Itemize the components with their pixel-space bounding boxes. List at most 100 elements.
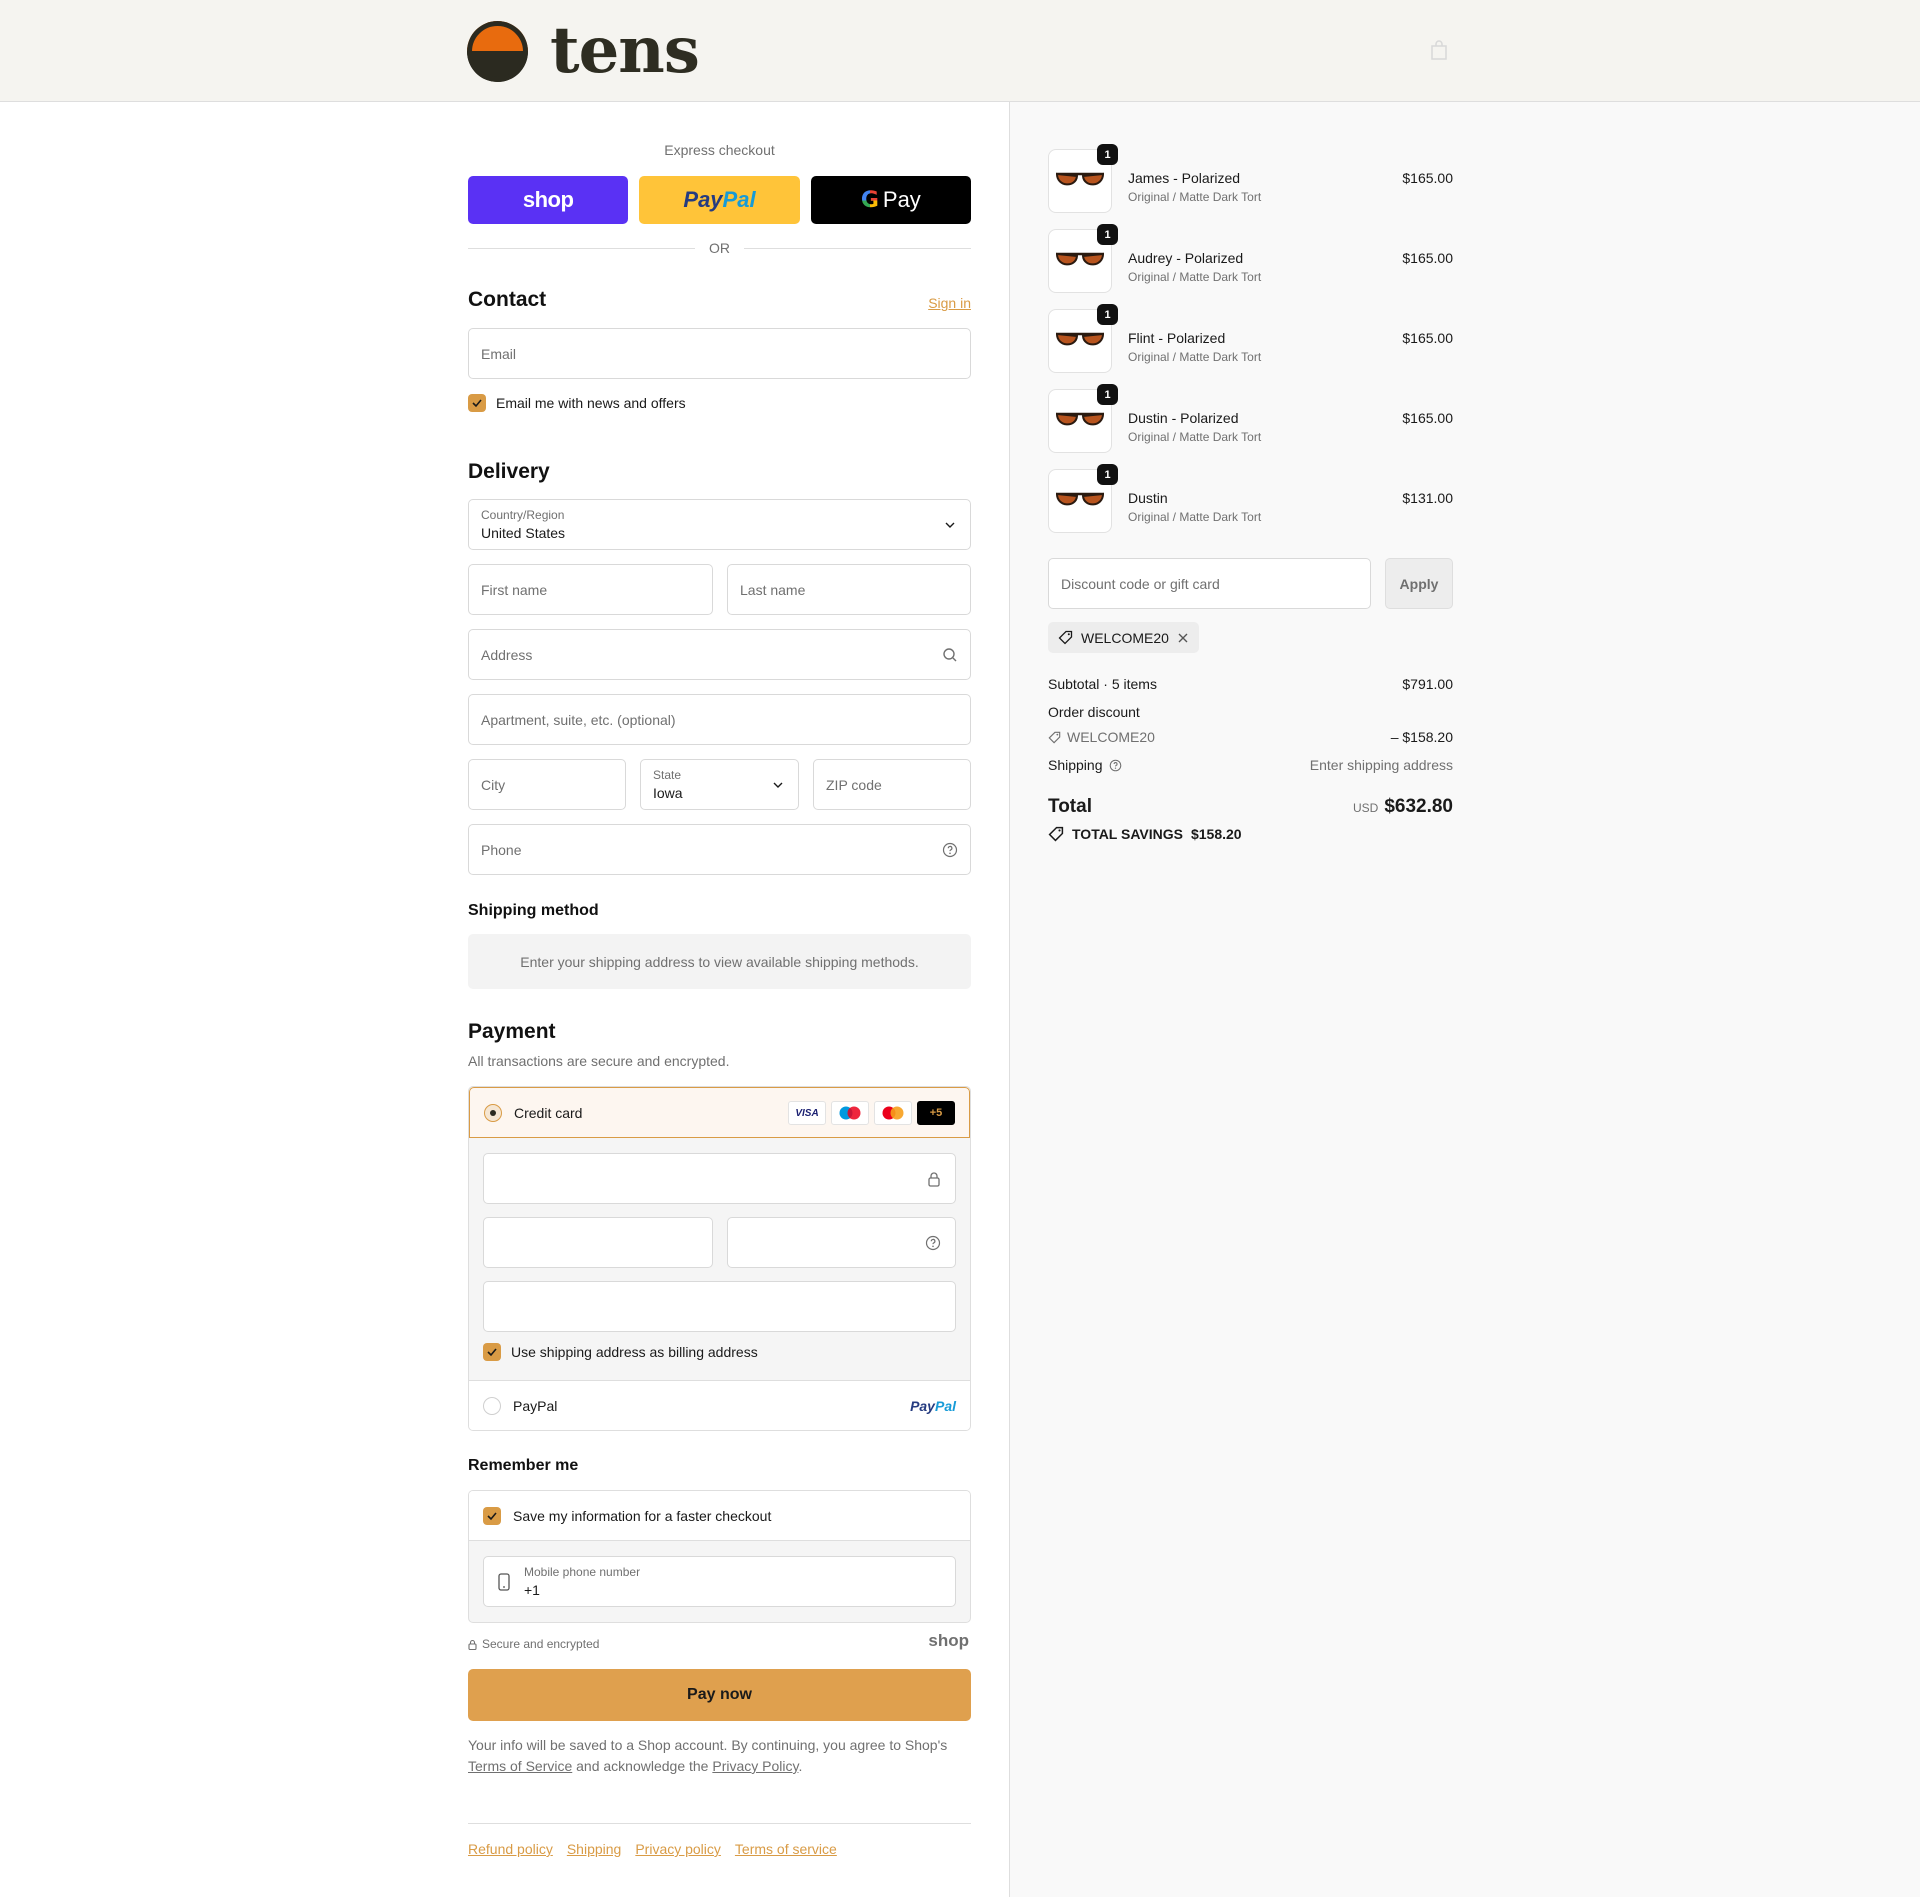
google-pay-button[interactable]: G Pay	[810, 176, 971, 224]
paypal-option[interactable]: PayPal PayPal	[469, 1380, 970, 1430]
privacy-policy-link[interactable]: Privacy policy	[635, 1841, 721, 1857]
item-variant: Original / Matte Dark Tort	[1128, 350, 1262, 364]
legal-text-1: Your info will be saved to a Shop accoun…	[468, 1737, 948, 1753]
zip-field[interactable]: ZIP code	[813, 759, 971, 810]
country-value: United States	[481, 525, 566, 541]
help-circle-icon[interactable]	[1109, 759, 1122, 772]
first-name-placeholder: First name	[481, 581, 548, 598]
address-field[interactable]: Address	[468, 629, 971, 680]
item-name: Audrey - Polarized	[1128, 250, 1244, 266]
payment-methods: Credit card VISA +5 Use shipping address…	[468, 1086, 971, 1431]
order-discount-label: Order discount	[1048, 704, 1140, 720]
refund-policy-link[interactable]: Refund policy	[468, 1841, 553, 1857]
discount-detail: WELCOME20	[1048, 729, 1155, 745]
cart-item: 1 Flint - Polarized Original / Matte Dar…	[1048, 304, 1453, 373]
item-price: $165.00	[1402, 170, 1453, 186]
phone-field[interactable]: Phone	[468, 824, 971, 875]
paypal-radio[interactable]	[483, 1397, 501, 1415]
terms-of-service-link[interactable]: Terms of service	[735, 1841, 837, 1857]
card-name-field[interactable]	[483, 1281, 956, 1332]
credit-card-label: Credit card	[514, 1104, 583, 1121]
sunglasses-icon	[1055, 412, 1105, 426]
card-expiry-field[interactable]	[483, 1217, 713, 1268]
shipping-label-group: Shipping	[1048, 757, 1122, 773]
save-info-checkbox[interactable]	[483, 1506, 501, 1525]
address-placeholder: Address	[481, 646, 533, 663]
mastercard-icon	[874, 1101, 912, 1125]
country-label: Country/Region	[481, 508, 565, 522]
checkmark-icon	[487, 1511, 497, 1520]
first-name-field[interactable]: First name	[468, 564, 713, 615]
billing-address-checkbox[interactable]	[483, 1343, 501, 1361]
pay-now-button[interactable]: Pay now	[468, 1669, 971, 1721]
item-name: Dustin	[1128, 490, 1168, 506]
apartment-field[interactable]: Apartment, suite, etc. (optional)	[468, 694, 971, 745]
shopping-bag-icon[interactable]	[1430, 40, 1448, 60]
country-select[interactable]: Country/Region United States	[468, 499, 971, 550]
city-field[interactable]: City	[468, 759, 626, 810]
mobile-phone-field[interactable]: Mobile phone number +1	[483, 1556, 956, 1607]
brand-logo[interactable]: tens	[467, 13, 700, 88]
total-savings: TOTAL SAVINGS $158.20	[1048, 826, 1242, 842]
help-circle-icon[interactable]	[942, 842, 958, 858]
shipping-row: Shipping Enter shipping address	[1048, 757, 1453, 773]
applied-discount-chip: WELCOME20	[1048, 622, 1199, 653]
item-name: Flint - Polarized	[1128, 330, 1226, 346]
discount-code-placeholder: Discount code or gift card	[1061, 575, 1220, 592]
google-pay-label: Pay	[882, 187, 921, 212]
shop-pay-button[interactable]: shop	[468, 176, 629, 224]
secure-label: Secure and encrypted	[482, 1637, 600, 1651]
shop-terms-link[interactable]: Terms of Service	[468, 1758, 572, 1774]
paypal-logo-part2: Pal	[722, 187, 756, 212]
save-info-checkbox-row[interactable]: Save my information for a faster checkou…	[469, 1491, 970, 1541]
chevron-down-icon	[773, 782, 783, 788]
paypal-logo: PayPal	[910, 1398, 956, 1414]
item-variant: Original / Matte Dark Tort	[1128, 510, 1262, 524]
help-circle-icon[interactable]	[925, 1235, 941, 1251]
item-price: $165.00	[1402, 250, 1453, 266]
paypal-express-button[interactable]: Pay Pal	[639, 176, 800, 224]
cart-item: 1 Audrey - Polarized Original / Matte Da…	[1048, 224, 1453, 293]
total-savings-value: $158.20	[1190, 826, 1242, 842]
shop-pay-label: shop	[522, 187, 574, 212]
legal-text: Your info will be saved to a Shop accoun…	[468, 1735, 971, 1777]
mobile-phone-label: Mobile phone number	[524, 1565, 641, 1579]
paypal-logo-part2: Pal	[934, 1398, 956, 1414]
shipping-value: Enter shipping address	[1309, 757, 1453, 773]
card-cvv-field[interactable]	[727, 1217, 956, 1268]
apartment-placeholder: Apartment, suite, etc. (optional)	[481, 711, 676, 728]
legal-text-3: .	[798, 1758, 803, 1774]
maestro-icon	[831, 1101, 869, 1125]
apply-discount-button[interactable]: Apply	[1385, 558, 1453, 609]
credit-card-radio[interactable]	[484, 1103, 502, 1122]
card-number-field[interactable]	[483, 1153, 956, 1204]
billing-address-checkbox-row[interactable]: Use shipping address as billing address	[483, 1343, 758, 1361]
close-icon[interactable]	[1177, 632, 1189, 644]
save-info-label: Save my information for a faster checkou…	[513, 1507, 772, 1524]
discount-code-input[interactable]: Discount code or gift card	[1048, 558, 1371, 609]
logo-mark-icon	[467, 20, 528, 82]
contact-heading: Contact	[468, 288, 547, 311]
or-divider: OR	[468, 240, 971, 256]
paypal-label: PayPal	[513, 1398, 558, 1414]
search-icon	[943, 647, 957, 661]
state-select[interactable]: State Iowa	[640, 759, 799, 810]
footer-divider	[468, 1823, 971, 1824]
email-field[interactable]: Email	[468, 328, 971, 379]
delivery-heading: Delivery	[468, 460, 550, 483]
brand-name: tens	[550, 13, 700, 88]
discount-detail-code: WELCOME20	[1067, 729, 1155, 745]
sign-in-link[interactable]: Sign in	[928, 295, 971, 311]
checkmark-icon	[472, 399, 482, 408]
shipping-policy-link[interactable]: Shipping	[567, 1841, 622, 1857]
shop-privacy-link[interactable]: Privacy Policy	[712, 1758, 798, 1774]
last-name-field[interactable]: Last name	[727, 564, 971, 615]
google-g-icon: G	[860, 187, 879, 213]
news-offers-checkbox[interactable]	[468, 394, 486, 412]
cart-item: 1 Dustin Original / Matte Dark Tort $131…	[1048, 464, 1453, 533]
express-buttons: shop Pay Pal G Pay	[468, 176, 971, 224]
credit-card-option[interactable]: Credit card VISA +5	[469, 1087, 970, 1138]
total-label: Total	[1048, 796, 1092, 817]
news-offers-checkbox-row[interactable]: Email me with news and offers	[468, 394, 686, 412]
tag-icon	[1058, 630, 1073, 645]
